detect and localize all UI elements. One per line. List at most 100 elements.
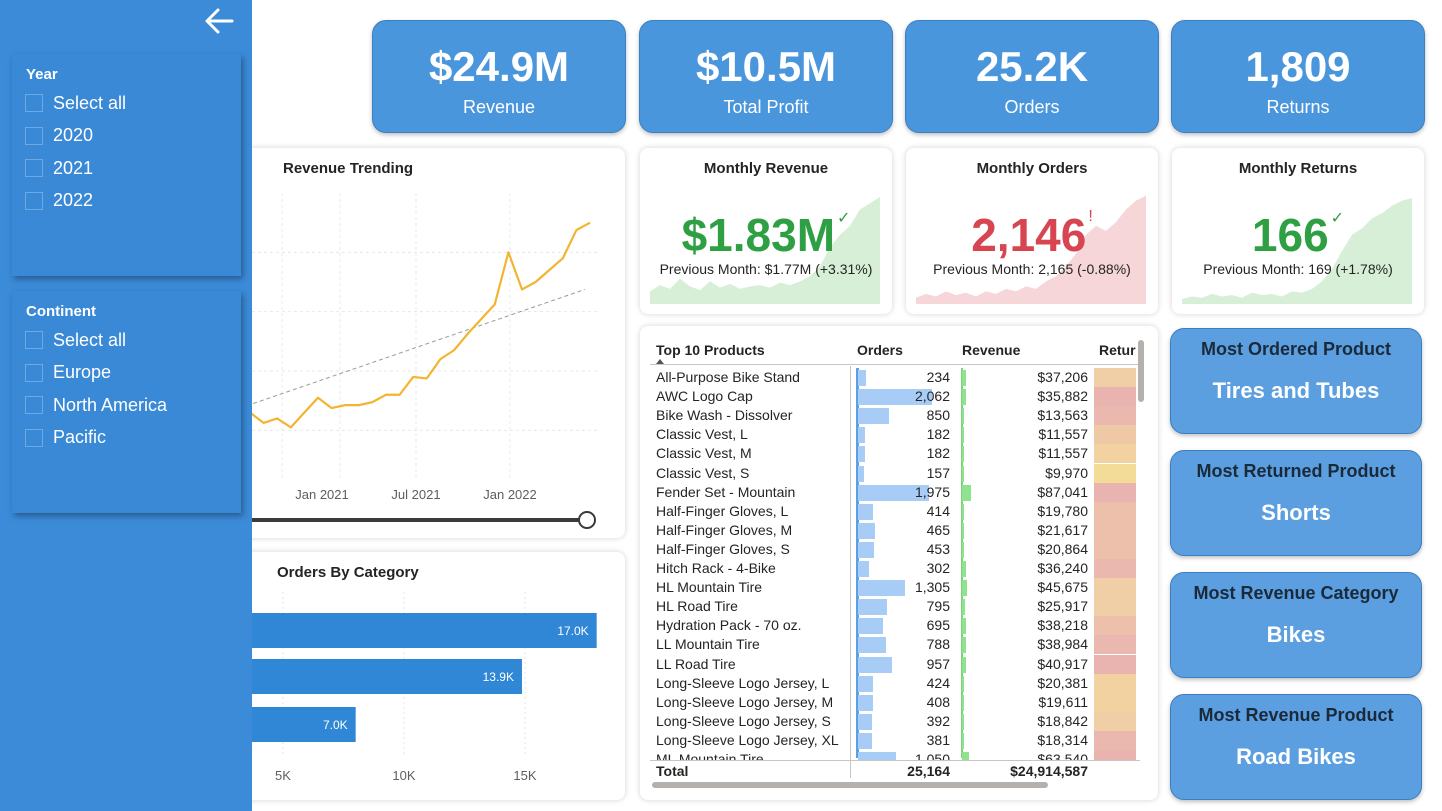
- table-row[interactable]: All-Purpose Bike Stand 234 $37,206: [650, 368, 1140, 387]
- table-row[interactable]: Long-Sleeve Logo Jersey, L 424 $20,381: [650, 673, 1140, 693]
- orders-cell: 1,050: [914, 751, 950, 760]
- insight-value: Road Bikes: [1236, 744, 1356, 769]
- table-row[interactable]: HL Road Tire 795 $25,917: [650, 597, 1140, 617]
- column-header-revenue[interactable]: Revenue: [962, 342, 1020, 358]
- table-row[interactable]: AWC Logo Cap 2,062 $35,882: [650, 387, 1140, 407]
- table-row[interactable]: ML Mountain Tire 1,050 $63,540: [650, 750, 1140, 760]
- revenue-data-bar: [962, 752, 969, 760]
- revenue-data-bar: [962, 732, 964, 749]
- column-header-orders[interactable]: Orders: [857, 342, 903, 358]
- kpi-card-orders[interactable]: 25.2K Orders: [905, 20, 1159, 133]
- returns-heat-cell: [1094, 368, 1136, 387]
- checkbox[interactable]: [25, 396, 43, 415]
- slicer-option-select-all[interactable]: Select all: [12, 87, 241, 120]
- table-row[interactable]: Long-Sleeve Logo Jersey, S 392 $18,842: [650, 711, 1140, 731]
- most-ordered-product-card[interactable]: Most Ordered Product Tires and Tubes: [1170, 328, 1422, 434]
- most-returned-product-card[interactable]: Most Returned Product Shorts: [1170, 450, 1422, 556]
- top-products-table[interactable]: Top 10 Products Orders Revenue Retur All…: [650, 336, 1150, 796]
- kpi-value: 1,809: [1245, 43, 1351, 90]
- slicer-option-2022[interactable]: 2022: [12, 185, 241, 218]
- horizontal-scrollbar[interactable]: [652, 782, 1048, 788]
- table-row[interactable]: Classic Vest, M 182 $11,557: [650, 444, 1140, 464]
- product-name-cell: HL Mountain Tire: [656, 579, 763, 596]
- returns-heat-cell: [1094, 654, 1136, 674]
- orders-cell: 465: [926, 521, 950, 538]
- continent-slicer[interactable]: Continent Select all Europe North Americ…: [12, 291, 241, 513]
- monthly-previous: Previous Month: 169 (+1.78%): [1203, 261, 1393, 277]
- orders-cell: 795: [926, 598, 950, 615]
- kpi-label: Returns: [1266, 97, 1330, 117]
- revenue-data-bar: [962, 675, 965, 692]
- column-header-product[interactable]: Top 10 Products: [656, 342, 765, 358]
- table-row[interactable]: Hydration Pack - 70 oz. 695 $38,218: [650, 616, 1140, 636]
- table-row[interactable]: Long-Sleeve Logo Jersey, M 408 $19,611: [650, 692, 1140, 712]
- product-name-cell: Fender Set - Mountain: [656, 483, 796, 500]
- table-row[interactable]: Hitch Rack - 4-Bike 302 $36,240: [650, 559, 1140, 578]
- table-row[interactable]: Long-Sleeve Logo Jersey, XL 381 $18,314: [650, 730, 1140, 750]
- table-row[interactable]: Half-Finger Gloves, M 465 $21,617: [650, 520, 1140, 540]
- slicer-option-europe[interactable]: Europe: [12, 357, 241, 390]
- revenue-trending-chart[interactable]: 0Jan 2021Jul 2021Jan 2022: [240, 148, 625, 538]
- trend-line: [240, 288, 586, 409]
- x-tick-label: Jul 2021: [391, 487, 440, 502]
- kpi-card-revenue[interactable]: $24.9M Revenue: [372, 20, 626, 133]
- bar-data-label: 7.0K: [323, 718, 348, 732]
- back-arrow-icon[interactable]: [202, 6, 236, 36]
- table-row[interactable]: Bike Wash - Dissolver 850 $13,563: [650, 406, 1140, 426]
- kpi-card-returns[interactable]: 1,809 Returns: [1171, 20, 1425, 133]
- checkbox[interactable]: [25, 363, 43, 382]
- checkbox[interactable]: [25, 191, 43, 210]
- column-header-returns[interactable]: Retur: [1099, 342, 1137, 358]
- orders-cell: 408: [926, 693, 950, 710]
- checkbox[interactable]: [25, 331, 43, 350]
- slicer-option-north-america[interactable]: North America: [12, 389, 241, 422]
- monthly-orders-card[interactable]: Monthly Orders 2,146! Previous Month: 2,…: [906, 148, 1158, 314]
- monthly-returns-card[interactable]: Monthly Returns 166 ✓ Previous Month: 169…: [1172, 148, 1424, 314]
- slicer-option-pacific[interactable]: Pacific: [12, 422, 241, 455]
- table-row[interactable]: Classic Vest, S 157 $9,970: [650, 463, 1140, 483]
- table-row[interactable]: LL Road Tire 957 $40,917: [650, 654, 1140, 674]
- kpi-label: Revenue: [462, 97, 536, 117]
- table-row[interactable]: LL Mountain Tire 788 $38,984: [650, 635, 1140, 655]
- most-revenue-category-card[interactable]: Most Revenue Category Bikes: [1170, 572, 1422, 678]
- revenue-cell: $37,206: [1037, 369, 1088, 385]
- orders-by-category-card[interactable]: Orders By Category 17.0K 13.9K 7.0K 5K 10K 15…: [240, 552, 625, 800]
- monthly-title: Monthly Revenue: [703, 160, 829, 177]
- option-label: Europe: [53, 362, 112, 383]
- year-slicer[interactable]: Year Select all 2020 2021 2022: [12, 54, 241, 276]
- table-body[interactable]: All-Purpose Bike Stand 234 $37,206 AWC Logo…: [650, 368, 1140, 760]
- returns-heat-cell: [1094, 559, 1136, 578]
- kpi-card-total-profit[interactable]: $10.5M Total Profit: [639, 20, 893, 133]
- table-row[interactable]: Fender Set - Mountain 1,975 $87,041: [650, 482, 1140, 502]
- returns-heat-cell: [1094, 711, 1136, 731]
- monthly-previous: Previous Month: 2,165 (-0.88%): [933, 261, 1131, 277]
- product-name-cell: Long-Sleeve Logo Jersey, L: [656, 674, 830, 691]
- slicer-option-2021[interactable]: 2021: [12, 152, 241, 185]
- checkbox[interactable]: [25, 94, 43, 113]
- orders-cell: 453: [926, 540, 950, 557]
- slicer-option-2020[interactable]: 2020: [12, 120, 241, 153]
- table-row[interactable]: Classic Vest, L 182 $11,557: [650, 425, 1140, 445]
- checkbox[interactable]: [25, 126, 43, 145]
- most-revenue-product-card[interactable]: Most Revenue Product Road Bikes: [1170, 694, 1422, 800]
- returns-heat-cell: [1094, 387, 1136, 407]
- product-name-cell: Classic Vest, L: [656, 426, 748, 443]
- product-name-cell: LL Mountain Tire: [656, 636, 760, 653]
- checkbox[interactable]: [25, 428, 43, 447]
- bar-data-label: 17.0K: [557, 624, 588, 638]
- revenue-data-bar: [962, 370, 966, 386]
- checkbox[interactable]: [25, 159, 43, 178]
- revenue-cell: $25,917: [1037, 598, 1088, 615]
- range-slider-handle[interactable]: [578, 511, 596, 529]
- table-row[interactable]: Half-Finger Gloves, S 453 $20,864: [650, 539, 1140, 559]
- table-row[interactable]: Half-Finger Gloves, L 414 $19,780: [650, 501, 1140, 521]
- revenue-trending-card[interactable]: Revenue Trending 0Jan 2021Jul 2021Jan 20…: [240, 148, 625, 538]
- monthly-value: $1.83M ✓: [681, 209, 851, 261]
- vertical-scrollbar[interactable]: [1138, 340, 1144, 402]
- orders-by-category-chart[interactable]: 17.0K 13.9K 7.0K 5K 10K 15K: [240, 552, 625, 800]
- table-row[interactable]: HL Mountain Tire 1,305 $45,675: [650, 578, 1140, 598]
- monthly-revenue-card[interactable]: Monthly Revenue $1.83M ✓ Previous Month: …: [640, 148, 892, 314]
- slicer-option-select-all[interactable]: Select all: [12, 324, 241, 357]
- monthly-value: 166 ✓: [1251, 209, 1345, 261]
- revenue-cell: $11,557: [1038, 445, 1088, 462]
